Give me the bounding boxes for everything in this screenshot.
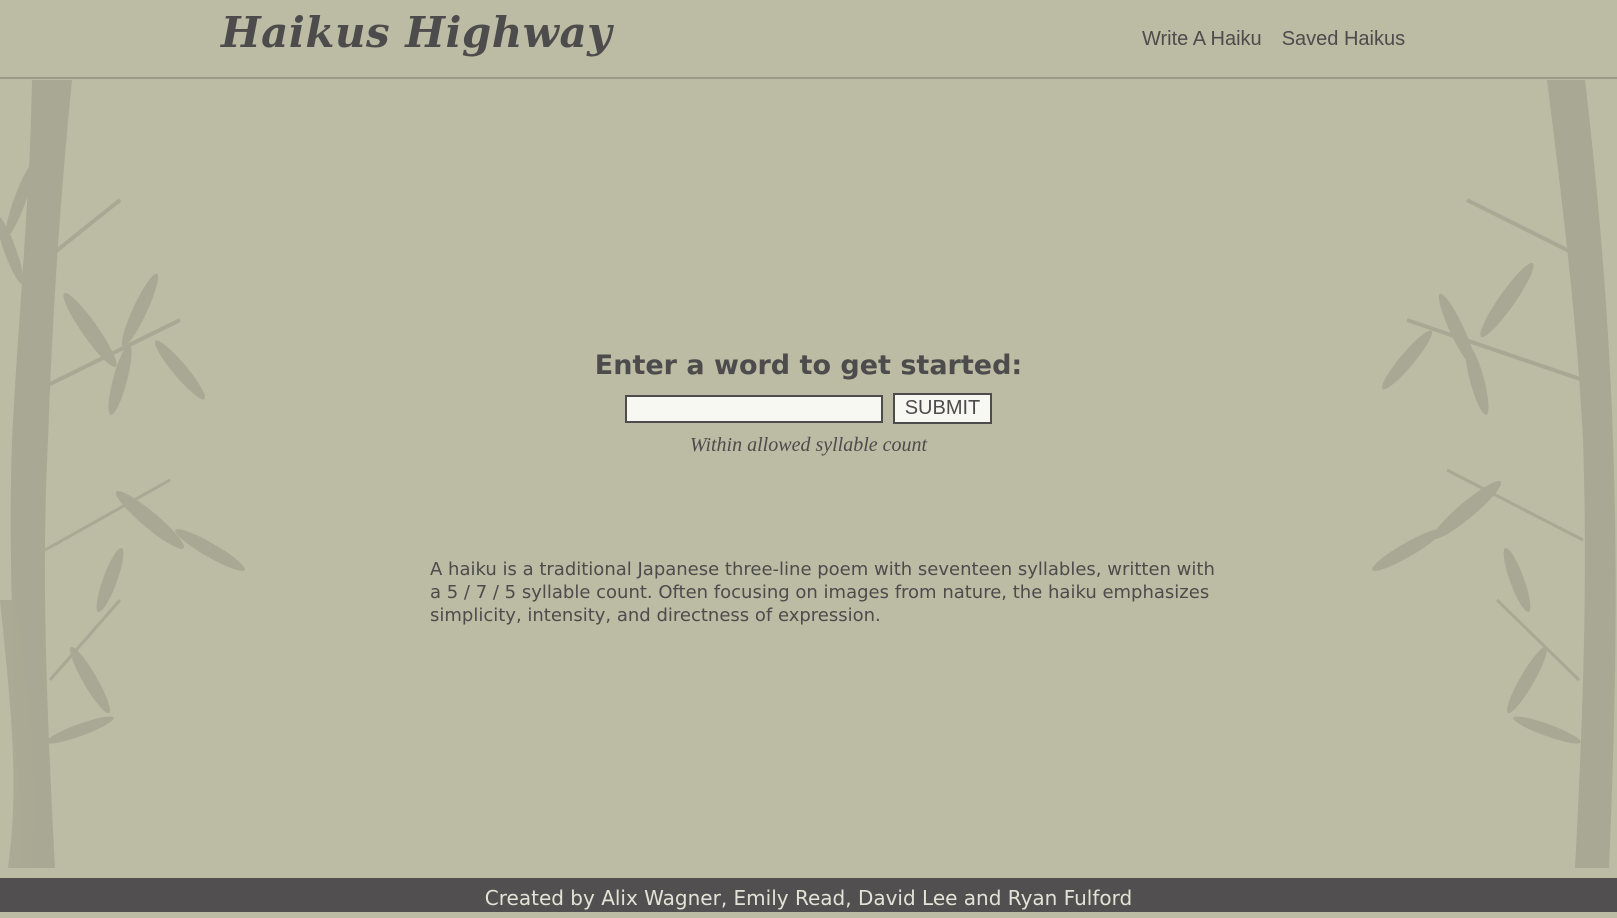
site-title[interactable]: Haikus Highway	[221, 8, 612, 57]
bamboo-right-illustration	[1372, 80, 1616, 868]
word-input[interactable]	[624, 394, 883, 423]
site-header: Haikus Highway Write A Haiku Saved Haiku…	[0, 0, 1617, 79]
word-form: SUBMIT	[0, 393, 1617, 424]
site-footer: Created by Alix Wagner, Emily Read, Davi…	[0, 878, 1617, 912]
nav-write-haiku[interactable]: Write A Haiku	[1142, 28, 1262, 51]
haiku-description: A haiku is a traditional Japanese three-…	[430, 559, 1215, 626]
main-nav: Write A Haiku Saved Haikus	[1142, 28, 1405, 51]
bamboo-left-illustration	[0, 80, 245, 868]
syllable-status: Within allowed syllable count	[689, 434, 928, 456]
footer-credits: Created by Alix Wagner, Emily Read, Davi…	[484, 886, 1133, 910]
word-entry-section: Enter a word to get started: SUBMIT With…	[0, 350, 1617, 457]
page-prompt: Enter a word to get started:	[594, 350, 1023, 381]
submit-button[interactable]: SUBMIT	[892, 393, 993, 424]
nav-saved-haikus[interactable]: Saved Haikus	[1282, 28, 1405, 51]
